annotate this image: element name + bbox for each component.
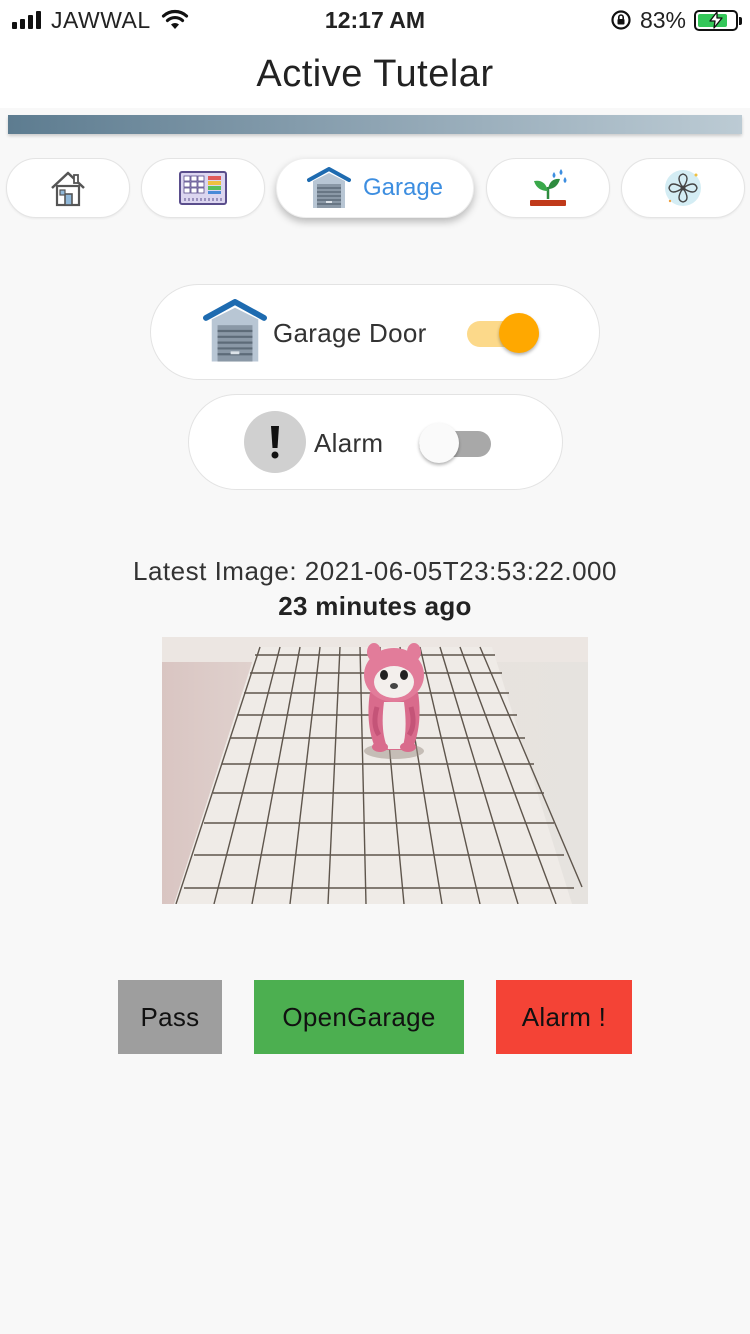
battery-percent: 83% [639, 6, 686, 33]
garage-icon [203, 299, 267, 362]
plant-watering-icon [530, 169, 567, 206]
rotation-lock-icon [611, 10, 631, 30]
tab-bar: Garage [0, 158, 750, 218]
alarm-label: Alarm [314, 428, 384, 458]
exclamation-icon [244, 411, 306, 473]
app-header: Active Tutelar [0, 40, 750, 108]
tab-garage-label: Garage [362, 174, 444, 201]
garage-door-card: Garage Door [150, 284, 600, 380]
battery-charging-icon [694, 9, 742, 31]
app-title: Active Tutelar [256, 53, 494, 95]
latest-image-timestamp: Latest Image: 2021-06-05T23:53:22.000 [133, 556, 617, 586]
tab-control-panel[interactable] [141, 158, 265, 218]
tab-home[interactable] [6, 158, 130, 218]
house-icon [51, 171, 85, 207]
open-garage-button[interactable]: OpenGarage [254, 980, 464, 1054]
latest-image-age: 23 minutes ago [278, 591, 472, 621]
garage-door-switch[interactable] [467, 313, 539, 353]
latest-image-info: Latest Image: 2021-06-05T23:53:22.000 23… [0, 556, 750, 622]
alarm-button[interactable]: Alarm ! [496, 980, 632, 1054]
alarm-switch[interactable] [419, 423, 491, 463]
control-panel-icon [179, 171, 227, 205]
alarm-card: Alarm [188, 394, 563, 490]
garage-icon [306, 167, 351, 208]
pass-button[interactable]: Pass [118, 980, 222, 1054]
status-bar: JAWWAL 12:17 AM 83% [0, 0, 750, 40]
garage-door-label: Garage Door [273, 318, 427, 348]
tab-plants[interactable] [486, 158, 610, 218]
tab-fan[interactable] [621, 158, 745, 218]
fan-icon [665, 170, 701, 206]
header-divider-bar [8, 115, 742, 134]
latest-camera-image [162, 637, 588, 904]
tab-garage[interactable]: Garage [276, 158, 474, 218]
